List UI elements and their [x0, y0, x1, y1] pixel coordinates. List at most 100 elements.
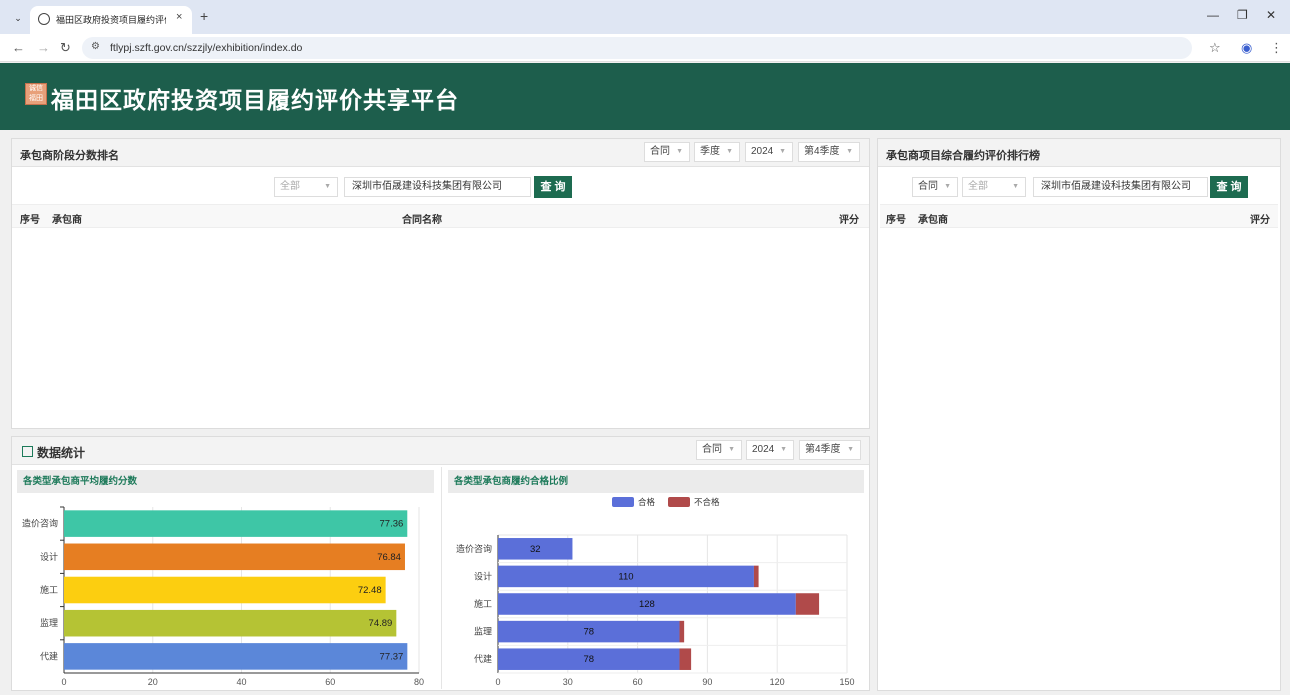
legend-label: 不合格: [694, 497, 720, 507]
bar-segment: [753, 565, 759, 588]
col-index: 序号: [886, 215, 906, 226]
chevron-down-icon: ▼: [944, 183, 951, 190]
minimize-icon[interactable]: —: [1207, 8, 1219, 22]
pass-ratio-chart: 合格 不合格 0 30 60 90 120 150 造价咨询 32 设计 110 施工 128 监理 78 代建…: [456, 497, 855, 687]
panel-header: 承包商项目综合履约评价排行榜: [878, 139, 1280, 167]
scope-select-value: 全部: [968, 181, 988, 192]
scope-select[interactable]: 全部 ▼: [962, 177, 1026, 197]
quarter-select-value: 第4季度: [805, 444, 841, 455]
search-button[interactable]: 查 询: [1210, 176, 1248, 198]
stage-ranking-panel: 承包商阶段分数排名 合同 ▼ 季度 ▼ 2024 ▼ 第4季度 ▼ 全部 ▼ 深圳市佰晟建…: [11, 138, 870, 429]
y-tick-label: 施工: [474, 598, 492, 609]
year-select[interactable]: 2024 ▼: [746, 440, 794, 460]
panel-title: 数据统计: [37, 446, 86, 460]
bar-value-label: 110: [618, 571, 633, 582]
y-tick-label: 监理: [40, 617, 58, 628]
bar: [64, 609, 397, 637]
x-tick-label: 120: [770, 677, 785, 687]
type-select[interactable]: 合同 ▼: [912, 177, 958, 197]
bookmark-star-icon[interactable]: ☆: [1209, 40, 1221, 56]
x-tick-label: 20: [148, 677, 158, 687]
legend-swatch: [668, 497, 690, 507]
chevron-down-icon: ▼: [676, 148, 683, 155]
bar-value-label: 32: [530, 544, 541, 555]
reload-icon[interactable]: ↻: [60, 40, 71, 56]
quarter-select[interactable]: 第4季度 ▼: [799, 440, 861, 460]
site-title: 福田区政府投资项目履约评价共享平台: [51, 88, 459, 114]
y-tick-label: 监理: [474, 626, 492, 637]
quarter-select[interactable]: 第4季度 ▼: [798, 142, 860, 162]
legend-swatch: [612, 497, 634, 507]
type-select-value: 合同: [650, 146, 670, 157]
col-contract: 合同名称: [402, 215, 442, 226]
x-tick-label: 150: [839, 677, 854, 687]
y-tick-label: 造价咨询: [22, 518, 58, 529]
period-select-value: 季度: [700, 146, 720, 157]
statistics-panel: 数据统计 合同 ▼ 2024 ▼ 第4季度 ▼ 各类型承包商平均履约分数 各类型承包商…: [11, 436, 870, 691]
y-tick-label: 代建: [474, 653, 492, 664]
type-select-value: 合同: [702, 444, 722, 455]
x-tick-label: 60: [633, 677, 643, 687]
y-tick-label: 施工: [40, 584, 58, 595]
bar: [64, 643, 408, 670]
address-bar: ← → ↻ ⚙ ftlypj.szft.gov.cn/szzjly/exhibi…: [0, 34, 1290, 62]
back-icon[interactable]: ←: [12, 40, 25, 55]
type-select[interactable]: 合同 ▼: [696, 440, 742, 460]
chevron-down-icon: ▼: [846, 148, 853, 155]
year-select-value: 2024: [752, 444, 775, 455]
type-select[interactable]: 合同 ▼: [644, 142, 690, 162]
url-text: ftlypj.szft.gov.cn/szzjly/exhibition/ind…: [110, 42, 303, 54]
more-menu-icon[interactable]: ⋮: [1270, 40, 1283, 56]
chevron-down-icon: ▼: [780, 446, 787, 453]
col-index: 序号: [20, 215, 40, 226]
new-tab-button[interactable]: +: [200, 8, 208, 24]
bar-value-label: 72.48: [358, 585, 382, 596]
restore-icon[interactable]: ❐: [1237, 8, 1248, 22]
bar: [64, 543, 405, 571]
panel-header: 数据统计 合同 ▼ 2024 ▼ 第4季度 ▼: [12, 437, 869, 465]
bar-chart-icon: [22, 446, 33, 457]
col-contractor: 承包商: [52, 215, 82, 226]
avg-score-chart: 0 20 40 60 80 造价咨询 77.36 设计 76.84 施工 72.48 监理 74.89 代…: [22, 506, 424, 687]
search-button[interactable]: 查 询: [534, 176, 572, 198]
chevron-down-icon: ▼: [847, 446, 854, 453]
site-header: 诚信 福田 福田区政府投资项目履约评价共享平台: [0, 63, 1290, 130]
year-select-value: 2024: [751, 146, 774, 157]
bar-value-label: 76.84: [377, 552, 401, 563]
panel-header: 承包商阶段分数排名 合同 ▼ 季度 ▼ 2024 ▼ 第4季度 ▼: [12, 139, 869, 167]
bar-value-label: 77.36: [380, 519, 404, 530]
period-select[interactable]: 季度 ▼: [694, 142, 740, 162]
avg-score-chart-title: 各类型承包商平均履约分数: [17, 470, 434, 493]
browser-tab[interactable]: 福田区政府投资项目履约评价共 ×: [30, 6, 192, 34]
forward-icon[interactable]: →: [37, 40, 50, 55]
browser-tab-bar: ⌄ 福田区政府投资项目履约评价共 × + — ❐ ✕: [0, 0, 1290, 34]
chevron-down-icon: ▼: [324, 183, 331, 190]
x-tick-label: 30: [563, 677, 573, 687]
site-info-icon[interactable]: ⚙: [91, 41, 100, 52]
chevron-down-icon: ▼: [779, 148, 786, 155]
bar-segment: [795, 593, 820, 615]
close-tab-icon[interactable]: ×: [176, 11, 182, 23]
x-tick-label: 40: [236, 677, 246, 687]
close-window-icon[interactable]: ✕: [1266, 8, 1276, 22]
profile-icon[interactable]: ◉: [1241, 40, 1252, 56]
tab-search-icon[interactable]: ⌄: [10, 10, 26, 26]
bar-value-label: 77.37: [380, 651, 404, 662]
contractor-search-input[interactable]: 深圳市佰晟建设科技集团有限公司: [1033, 177, 1208, 197]
bar: [64, 510, 408, 537]
chevron-down-icon: ▼: [728, 446, 735, 453]
y-tick-label: 设计: [474, 570, 492, 581]
contractor-search-input[interactable]: 深圳市佰晟建设科技集团有限公司: [344, 177, 531, 197]
quarter-select-value: 第4季度: [804, 146, 840, 157]
panel-title: 承包商项目综合履约评价排行榜: [886, 150, 1040, 162]
site-logo: 诚信 福田: [25, 83, 47, 105]
y-tick-label: 设计: [40, 551, 58, 562]
y-tick-label: 造价咨询: [456, 543, 492, 554]
url-field[interactable]: ⚙ ftlypj.szft.gov.cn/szzjly/exhibition/i…: [82, 37, 1192, 59]
overall-ranking-panel: 承包商项目综合履约评价排行榜 合同 ▼ 全部 ▼ 深圳市佰晟建设科技集团有限公司 查…: [877, 138, 1281, 691]
type-select-value: 合同: [918, 181, 938, 192]
bar-segment: [679, 648, 692, 670]
year-select[interactable]: 2024 ▼: [745, 142, 793, 162]
scope-select[interactable]: 全部 ▼: [274, 177, 338, 197]
col-score: 评分: [1250, 215, 1270, 226]
